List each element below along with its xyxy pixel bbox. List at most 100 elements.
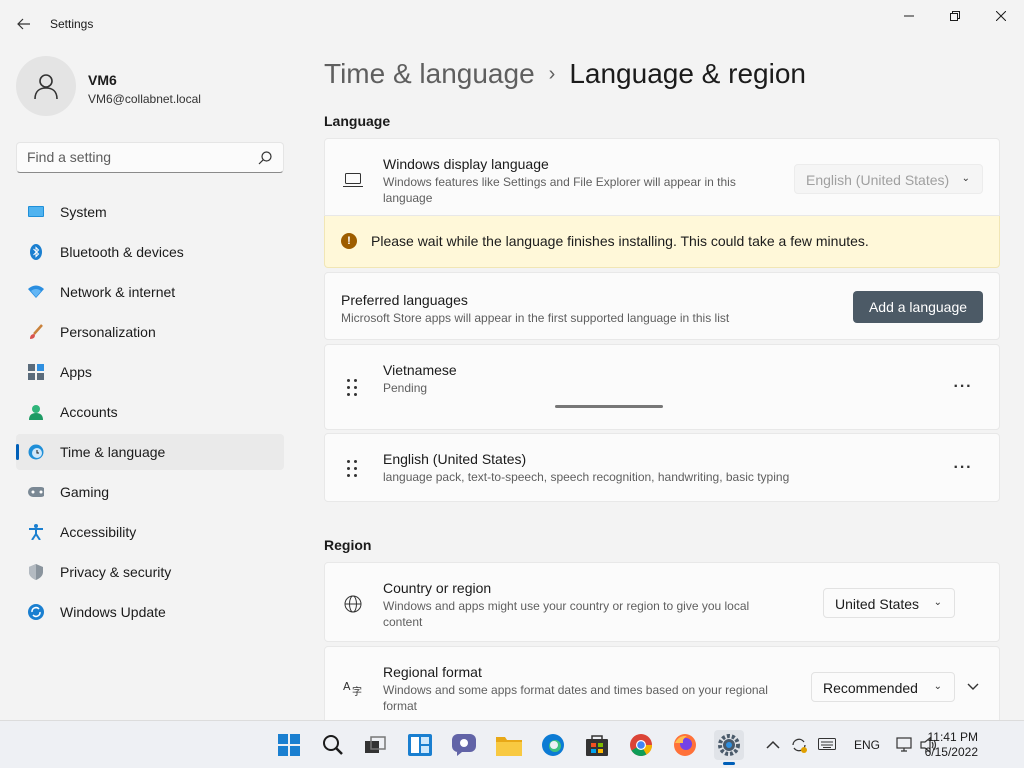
shield-icon bbox=[28, 564, 44, 580]
banner-text: Please wait while the language finishes … bbox=[371, 233, 869, 249]
regional-format-title: Regional format bbox=[383, 664, 482, 680]
preferred-languages-description: Microsoft Store apps will appear in the … bbox=[341, 311, 730, 325]
sidebar-item-bluetooth[interactable]: Bluetooth & devices bbox=[16, 234, 284, 270]
time-language-icon bbox=[28, 444, 44, 460]
sidebar-item-privacy[interactable]: Privacy & security bbox=[16, 554, 284, 590]
sidebar-item-accessibility[interactable]: Accessibility bbox=[16, 514, 284, 550]
svg-text:A: A bbox=[343, 680, 351, 693]
back-arrow-icon[interactable] bbox=[10, 12, 38, 36]
widgets-icon[interactable] bbox=[405, 730, 435, 760]
firefox-icon[interactable] bbox=[670, 730, 700, 760]
apps-icon bbox=[28, 364, 44, 380]
install-progress-bar bbox=[555, 405, 663, 408]
installing-warning-banner: ! Please wait while the language finishe… bbox=[324, 216, 1000, 268]
store-icon[interactable] bbox=[582, 730, 612, 760]
title-bar: Settings bbox=[0, 0, 1024, 48]
sidebar-item-label: Personalization bbox=[60, 324, 156, 340]
display-language-description: Windows features like Settings and File … bbox=[383, 175, 736, 205]
sidebar-item-label: Apps bbox=[60, 364, 92, 380]
person-icon bbox=[34, 74, 58, 100]
sidebar-item-label: Network & internet bbox=[60, 284, 176, 300]
sidebar-item-label: Windows Update bbox=[60, 604, 166, 620]
keyboard-icon[interactable] bbox=[818, 738, 836, 753]
more-options-icon[interactable]: ··· bbox=[951, 377, 975, 397]
region-section-title: Region bbox=[324, 537, 372, 553]
sidebar-item-time-language[interactable]: Time & language bbox=[16, 434, 284, 470]
country-region-card: Country or region Windows and apps might… bbox=[324, 562, 1000, 642]
accounts-icon bbox=[28, 404, 44, 420]
search-icon[interactable] bbox=[257, 150, 273, 166]
language-name: Vietnamese bbox=[383, 362, 457, 378]
close-icon[interactable] bbox=[978, 0, 1024, 32]
task-view-icon[interactable] bbox=[361, 730, 391, 760]
start-icon[interactable] bbox=[274, 730, 304, 760]
accessibility-icon bbox=[28, 524, 44, 540]
chrome-icon[interactable] bbox=[626, 730, 656, 760]
display-language-title: Windows display language bbox=[383, 156, 549, 172]
clock-time: 11:41 PM bbox=[927, 730, 978, 744]
sidebar-item-gaming[interactable]: Gaming bbox=[16, 474, 284, 510]
globe-icon bbox=[343, 594, 363, 614]
profile-name: VM6 bbox=[88, 72, 117, 88]
taskbar: ENG 11:41 PM 6/15/2022 bbox=[0, 720, 1024, 768]
sidebar-item-system[interactable]: System bbox=[16, 194, 284, 230]
language-row-english[interactable]: English (United States) language pack, t… bbox=[324, 433, 1000, 502]
add-language-button[interactable]: Add a language bbox=[853, 291, 983, 323]
chevron-down-icon: ⌄ bbox=[933, 681, 942, 692]
display-language-value: English (United States) bbox=[806, 172, 950, 188]
window-title: Settings bbox=[50, 17, 94, 31]
network-icon bbox=[28, 284, 44, 300]
edge-icon[interactable] bbox=[538, 730, 568, 760]
language-section-title: Language bbox=[324, 113, 391, 129]
bluetooth-icon bbox=[28, 244, 44, 260]
sidebar-item-label: Accessibility bbox=[60, 524, 137, 540]
sidebar-item-label: System bbox=[60, 204, 107, 220]
chat-icon[interactable] bbox=[449, 730, 479, 760]
country-region-title: Country or region bbox=[383, 580, 492, 596]
minimize-icon[interactable] bbox=[886, 0, 932, 32]
regional-format-dropdown[interactable]: Recommended ⌄ bbox=[811, 672, 955, 702]
sync-icon[interactable] bbox=[790, 736, 808, 757]
clock[interactable]: 11:41 PM 6/15/2022 bbox=[925, 730, 978, 760]
chevron-right-icon: › bbox=[548, 63, 556, 85]
drag-handle-icon[interactable] bbox=[347, 379, 359, 397]
country-region-description: Windows and apps might use your country … bbox=[383, 599, 750, 629]
expand-chevron-icon[interactable] bbox=[965, 679, 981, 695]
page-title: Language & region bbox=[569, 58, 806, 89]
svg-text:字: 字 bbox=[352, 685, 362, 696]
sidebar-item-windows-update[interactable]: Windows Update bbox=[16, 594, 284, 630]
more-options-icon[interactable]: ··· bbox=[951, 458, 975, 478]
display-language-card: Windows display language Windows feature… bbox=[324, 138, 1000, 216]
search-icon[interactable] bbox=[318, 730, 348, 760]
profile-email: VM6@collabnet.local bbox=[88, 92, 201, 106]
regional-format-card[interactable]: A字 Regional format Windows and some apps… bbox=[324, 646, 1000, 728]
input-language-indicator[interactable]: ENG bbox=[854, 738, 880, 752]
gaming-icon bbox=[28, 484, 44, 500]
search-box[interactable] bbox=[16, 142, 284, 173]
language-name: English (United States) bbox=[383, 451, 527, 467]
sidebar-item-apps[interactable]: Apps bbox=[16, 354, 284, 390]
network-status-icon[interactable] bbox=[896, 736, 914, 757]
chevron-up-icon[interactable] bbox=[766, 739, 780, 753]
chevron-down-icon: ⌄ bbox=[933, 597, 942, 608]
system-icon bbox=[28, 204, 44, 220]
regional-format-value: Recommended bbox=[823, 680, 918, 696]
country-region-dropdown[interactable]: United States ⌄ bbox=[823, 588, 955, 618]
regional-format-description: Windows and some apps format dates and t… bbox=[383, 683, 768, 713]
settings-icon[interactable] bbox=[714, 730, 744, 765]
search-input[interactable] bbox=[27, 149, 247, 165]
restore-icon[interactable] bbox=[932, 0, 978, 32]
sidebar-item-label: Bluetooth & devices bbox=[60, 244, 184, 260]
sidebar-item-accounts[interactable]: Accounts bbox=[16, 394, 284, 430]
breadcrumb-parent[interactable]: Time & language bbox=[324, 58, 535, 89]
drag-handle-icon[interactable] bbox=[347, 460, 359, 478]
display-language-dropdown[interactable]: English (United States) ⌄ bbox=[794, 164, 983, 194]
sidebar-item-personalization[interactable]: Personalization bbox=[16, 314, 284, 350]
sidebar-item-network[interactable]: Network & internet bbox=[16, 274, 284, 310]
language-row-vietnamese[interactable]: Vietnamese Pending ··· bbox=[324, 344, 1000, 430]
user-profile: VM6 VM6@collabnet.local bbox=[16, 56, 286, 120]
file-explorer-icon[interactable] bbox=[494, 730, 524, 760]
language-status: language pack, text-to-speech, speech re… bbox=[383, 470, 790, 484]
update-icon bbox=[28, 604, 44, 620]
avatar[interactable] bbox=[16, 56, 76, 116]
